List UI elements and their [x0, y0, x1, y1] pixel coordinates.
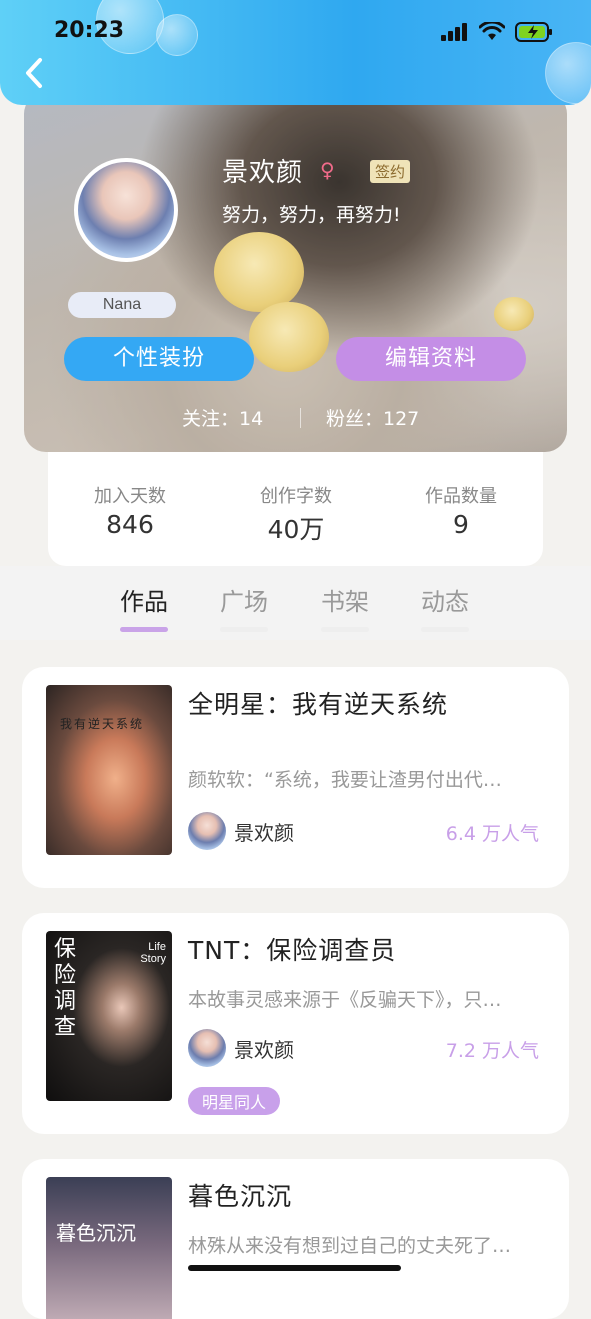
- work-description: 本故事灵感来源于《反骗天下》，只…: [188, 989, 502, 1011]
- tab-works[interactable]: 作品: [104, 582, 184, 632]
- tab-label: 书架: [321, 588, 369, 616]
- author-name: 景欢颜: [234, 820, 294, 845]
- work-title: TNT：保险调查员: [188, 936, 397, 965]
- username: 景欢颜: [222, 158, 304, 188]
- battery-icon: [515, 22, 552, 42]
- work-author[interactable]: 景欢颜: [188, 1029, 294, 1067]
- popularity-count: 7.2 万人气: [445, 1040, 539, 1062]
- cover-subtitle: Life Story: [140, 941, 166, 965]
- tab-label: 广场: [220, 588, 268, 616]
- author-name: 景欢颜: [234, 1037, 294, 1062]
- top-header: 20:23: [0, 0, 591, 105]
- back-arrow-icon[interactable]: [22, 56, 46, 90]
- tab-label: 动态: [421, 588, 469, 616]
- author-avatar: [188, 1029, 226, 1067]
- stat-value: 9: [453, 510, 469, 539]
- follow-divider: [300, 408, 301, 428]
- work-card[interactable]: 我有逆天系统 全明星：我有逆天系统 颜软软：“系统，我要让渣男付出代… 景欢颜 …: [22, 667, 569, 888]
- popularity-count: 6.4 万人气: [445, 823, 539, 845]
- book-cover[interactable]: 暮色沉沉: [46, 1177, 172, 1319]
- stat-label: 加入天数: [94, 486, 166, 507]
- home-indicator: [188, 1265, 401, 1271]
- stats-card: 加入天数 846 创作字数 40万 作品数量 9: [48, 440, 543, 566]
- decor-rose: [494, 297, 534, 331]
- stat-word-count: 创作字数 40万: [226, 482, 366, 546]
- female-icon: ♀: [320, 158, 335, 182]
- customize-button[interactable]: 个性装扮: [64, 337, 254, 381]
- work-description: 林殊从来没有想到过自己的丈夫死了…: [188, 1235, 512, 1257]
- signal-icon: [441, 23, 467, 41]
- stat-value: 40万: [267, 515, 325, 544]
- cover-title: 保险调查: [54, 937, 77, 1040]
- user-motto: 努力，努力，再努力!: [222, 204, 401, 226]
- work-title: 全明星：我有逆天系统: [188, 690, 449, 719]
- status-icons: [441, 22, 553, 42]
- nickname-tag: Nana: [68, 292, 176, 318]
- stat-works-count: 作品数量 9: [391, 482, 531, 539]
- tab-underline: [321, 627, 369, 632]
- stat-label: 创作字数: [260, 486, 332, 507]
- decor-bubble: [156, 14, 198, 56]
- author-avatar: [188, 812, 226, 850]
- signed-badge: 签约: [370, 160, 411, 183]
- stat-label: 作品数量: [425, 486, 497, 507]
- work-title: 暮色沉沉: [188, 1182, 293, 1211]
- cover-title: 暮色沉沉: [56, 1221, 136, 1245]
- book-cover[interactable]: 我有逆天系统: [46, 685, 172, 855]
- work-card[interactable]: 暮色沉沉 暮色沉沉 林殊从来没有想到过自己的丈夫死了…: [22, 1159, 569, 1319]
- tab-label: 作品: [120, 588, 168, 616]
- following-count[interactable]: 关注：14: [182, 404, 263, 431]
- tab-bookshelf[interactable]: 书架: [305, 582, 385, 632]
- tab-underline: [120, 627, 168, 632]
- avatar[interactable]: [74, 158, 178, 262]
- tab-bar: 作品 广场 书架 动态: [0, 566, 591, 640]
- decor-bubble: [545, 42, 591, 104]
- book-cover[interactable]: 保险调查 Life Story: [46, 931, 172, 1101]
- decor-rose: [249, 302, 329, 372]
- tab-underline: [421, 627, 469, 632]
- genre-tag[interactable]: 明星同人: [188, 1087, 281, 1115]
- edit-profile-button[interactable]: 编辑资料: [336, 337, 526, 381]
- tab-feed[interactable]: 动态: [405, 582, 485, 632]
- cover-title: 我有逆天系统: [60, 717, 145, 731]
- tab-underline: [220, 627, 268, 632]
- status-time: 20:23: [54, 18, 125, 43]
- decor-rose: [214, 232, 304, 312]
- work-author[interactable]: 景欢颜: [188, 812, 294, 850]
- tab-square[interactable]: 广场: [204, 582, 284, 632]
- work-card[interactable]: 保险调查 Life Story TNT：保险调查员 本故事灵感来源于《反骗天下》…: [22, 913, 569, 1134]
- stat-value: 846: [106, 510, 154, 539]
- stat-join-days: 加入天数 846: [60, 482, 200, 539]
- work-description: 颜软软：“系统，我要让渣男付出代…: [188, 769, 502, 791]
- fans-count[interactable]: 粉丝：127: [326, 404, 419, 431]
- profile-banner: Nana 景欢颜 ♀ 签约 努力，努力，再努力! 个性装扮 编辑资料 关注：14…: [24, 92, 567, 452]
- wifi-icon: [479, 22, 505, 40]
